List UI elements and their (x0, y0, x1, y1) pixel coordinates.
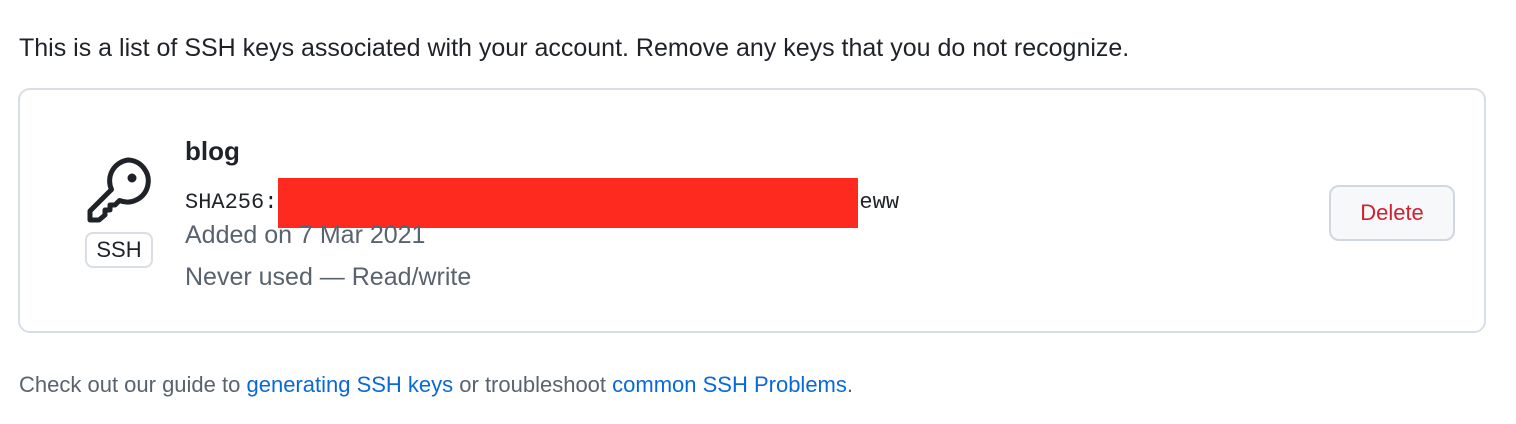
footer-text-after: . (846, 372, 854, 397)
fingerprint-prefix: SHA256: (185, 190, 278, 215)
ssh-key-item: SSH blog SHA256: eww Added on 7 Mar 2021… (18, 88, 1486, 333)
delete-button[interactable]: Delete (1329, 185, 1455, 241)
footer-text-before: Check out our guide to (19, 372, 247, 397)
footer-text-middle: or troubleshoot (453, 372, 613, 397)
key-usage: Never used — Read/write (185, 263, 472, 291)
intro-text: This is a list of SSH keys associated wi… (19, 34, 1130, 62)
key-type-badge: SSH (85, 232, 153, 268)
key-icon (84, 154, 156, 226)
key-added-date: Added on 7 Mar 2021 (185, 221, 426, 249)
generating-ssh-keys-link[interactable]: generating SSH keys (246, 372, 453, 397)
common-ssh-problems-link[interactable]: common SSH Problems (612, 372, 847, 397)
key-title: blog (185, 136, 240, 166)
help-footer: Check out our guide to generating SSH ke… (19, 369, 853, 401)
fingerprint-suffix: eww (859, 190, 900, 215)
